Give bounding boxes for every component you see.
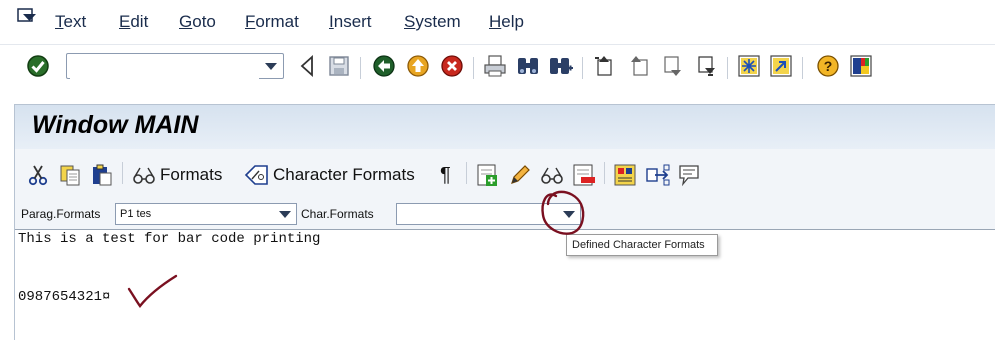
toolbar-separator <box>466 162 467 184</box>
find-icon[interactable] <box>515 53 541 79</box>
character-formats-icon <box>244 165 268 185</box>
cut-icon[interactable] <box>26 162 52 188</box>
menu-edit-rest: dit <box>130 12 149 31</box>
window-title-bar: Window MAIN <box>15 105 995 150</box>
toolbar-separator <box>360 57 361 79</box>
glasses-icon[interactable] <box>540 162 568 188</box>
delete-line-icon[interactable] <box>572 162 598 188</box>
command-field-dropdown-icon[interactable] <box>265 63 277 70</box>
menu-goto[interactable]: Goto <box>179 12 216 32</box>
back-icon[interactable] <box>371 53 397 79</box>
menu-text-mnemonic: T <box>55 12 64 31</box>
char-formats-label: Char.Formats <box>301 207 374 221</box>
exit-icon[interactable] <box>405 53 431 79</box>
toolbar-separator <box>582 57 583 79</box>
menu-help[interactable]: Help <box>489 12 524 32</box>
toolbar-separator <box>604 162 605 184</box>
back-triangle-icon[interactable] <box>294 53 320 79</box>
insert-command-icon[interactable] <box>476 162 502 188</box>
enter-check-icon[interactable] <box>25 53 51 79</box>
pencil-icon[interactable] <box>508 162 534 188</box>
tooltip: Defined Character Formats <box>566 234 718 256</box>
menu-insert[interactable]: Insert <box>329 12 372 32</box>
paragraph-mark-button[interactable]: ¶ <box>440 162 451 188</box>
previous-page-icon[interactable] <box>626 53 652 79</box>
menu-format[interactable]: Format <box>245 12 299 32</box>
menu-format-rest: ormat <box>255 12 299 31</box>
character-formats-button[interactable]: Character Formats <box>243 162 415 188</box>
toolbar-separator <box>802 57 803 79</box>
move-icon[interactable] <box>645 162 673 188</box>
formats-label: Formats <box>160 165 223 184</box>
menu-toggle-icon[interactable] <box>17 8 37 26</box>
menu-help-rest: elp <box>501 12 524 31</box>
next-page-icon[interactable] <box>660 53 686 79</box>
menu-system[interactable]: System <box>404 12 461 32</box>
command-field[interactable] <box>66 53 284 79</box>
menu-format-mnemonic: F <box>245 12 256 31</box>
menu-system-rest: ystem <box>415 12 461 31</box>
svg-text:?: ? <box>824 58 833 74</box>
window-title: Window MAIN <box>32 111 199 139</box>
format-selection-row: Parag.Formats P1 tes Char.Formats <box>15 199 995 230</box>
parag-formats-select[interactable]: P1 tes <box>115 203 297 225</box>
shortcut-icon[interactable] <box>768 53 794 79</box>
menu-system-mnemonic: S <box>404 12 416 31</box>
menu-goto-rest: oto <box>192 12 216 31</box>
menu-goto-mnemonic: G <box>179 12 193 31</box>
print-icon[interactable] <box>482 53 508 79</box>
menu-text-rest: ext <box>63 12 87 31</box>
find-next-icon[interactable] <box>548 53 574 79</box>
menu-edit-mnemonic: E <box>119 12 131 31</box>
last-page-icon[interactable] <box>694 53 720 79</box>
character-formats-label: Character Formats <box>273 165 415 184</box>
menu-text[interactable]: Text <box>55 12 86 32</box>
customize-layout-icon[interactable] <box>848 53 874 79</box>
editor-line-2[interactable]: 0987654321¤ <box>18 289 110 305</box>
formats-button[interactable]: Formats <box>132 162 222 188</box>
command-field-input[interactable] <box>70 55 259 79</box>
parag-formats-value: P1 tes <box>120 208 152 220</box>
window-main-frame: Window MAIN Formats Character Formats ¶ <box>14 104 995 341</box>
menu-help-mnemonic: H <box>489 12 502 31</box>
menu-edit[interactable]: Edit <box>119 12 148 32</box>
parag-formats-label: Parag.Formats <box>21 207 101 221</box>
cancel-icon[interactable] <box>439 53 465 79</box>
copy-icon[interactable] <box>58 162 84 188</box>
save-icon[interactable] <box>326 53 352 79</box>
char-formats-select[interactable] <box>396 203 581 225</box>
toolbar-separator <box>473 57 474 79</box>
standard-toolbar: ? <box>0 44 995 95</box>
menu-insert-rest: nsert <box>333 12 372 31</box>
help-icon[interactable]: ? <box>815 53 841 79</box>
insert-symbols-icon[interactable] <box>613 162 639 188</box>
new-session-icon[interactable] <box>736 53 762 79</box>
char-formats-dropdown-icon[interactable] <box>563 211 575 218</box>
menu-bar: Text Edit Goto Format Insert System Help <box>0 0 995 44</box>
first-page-icon[interactable] <box>591 53 617 79</box>
formats-glasses-icon <box>133 167 155 184</box>
comment-icon[interactable] <box>677 162 703 188</box>
editor-toolbar: Formats Character Formats ¶ <box>15 149 995 200</box>
editor-line-1[interactable]: This is a test for bar code printing <box>18 231 320 247</box>
toolbar-separator <box>122 162 123 184</box>
paragraph-mark-icon: ¶ <box>440 163 451 186</box>
paste-icon[interactable] <box>90 162 116 188</box>
text-editor[interactable]: This is a test for bar code printing 098… <box>15 230 995 341</box>
toolbar-separator <box>727 57 728 79</box>
parag-formats-dropdown-icon[interactable] <box>279 211 291 218</box>
